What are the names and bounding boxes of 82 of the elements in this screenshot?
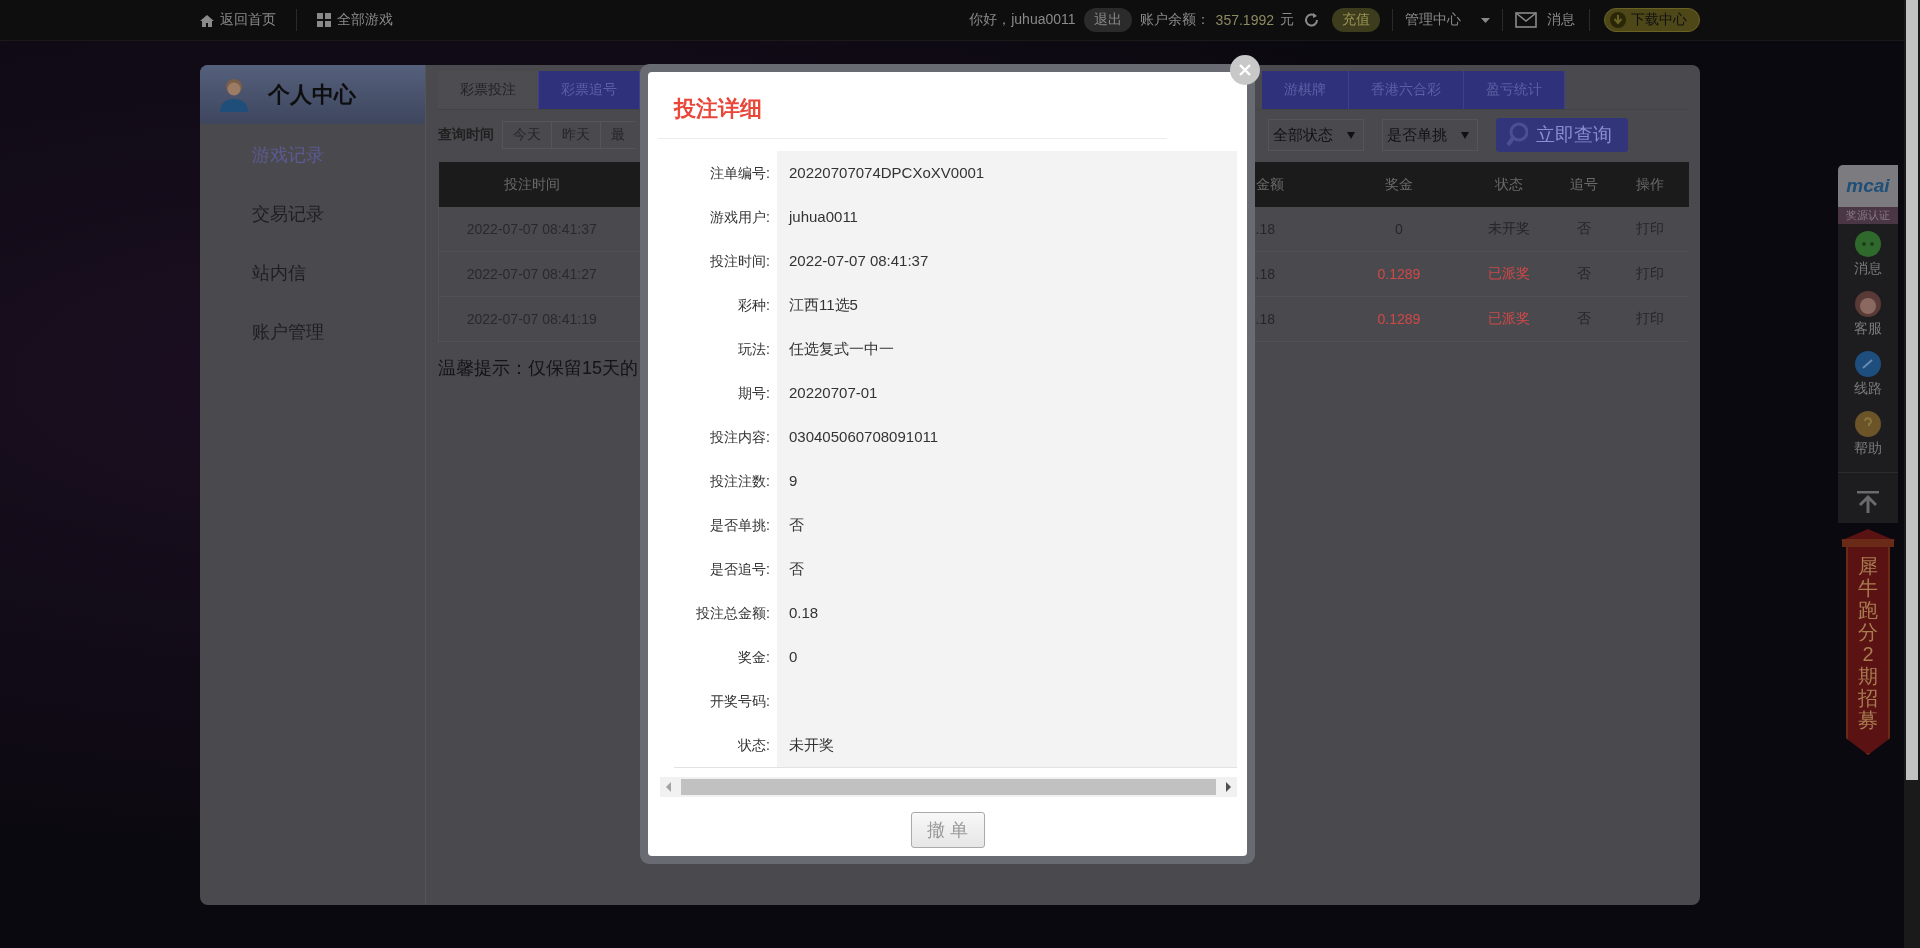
float-menu-item[interactable]: 客服 [1854, 290, 1882, 350]
manage-center-menu[interactable]: 管理中心 [1405, 11, 1490, 29]
promo-banner[interactable]: 犀牛跑分2期招募 [1846, 547, 1890, 755]
column-header: 奖金 [1336, 162, 1462, 207]
table-cell: 0.1289 [1336, 296, 1462, 342]
field-label: 是否单挑: [709, 516, 771, 535]
greeting: 你好，juhua0011 [969, 11, 1076, 29]
back-to-top-icon[interactable] [1857, 491, 1879, 513]
home-link[interactable]: 返回首页 [200, 11, 276, 29]
field-label: 投注内容: [709, 428, 771, 447]
float-menu-item[interactable]: 消息 [1854, 230, 1882, 290]
messages-link[interactable]: 消息 [1515, 11, 1575, 29]
scroll-right-icon [1226, 782, 1231, 792]
field-label: 奖金: [737, 648, 771, 667]
panel-title: 个人中心 [268, 80, 356, 109]
sidebar-item[interactable]: 游戏记录 [200, 126, 425, 185]
home-icon [200, 13, 214, 27]
dropdown-icon [1461, 131, 1469, 139]
field-label: 游戏用户: [709, 208, 771, 227]
field-value: 未开奖 [777, 723, 1237, 767]
field-label: 是否追号: [709, 560, 771, 579]
search-icon [1506, 122, 1528, 148]
balance-amount: 357.1992 [1215, 12, 1274, 28]
field-value: 9 [777, 459, 1237, 503]
balance-label: 账户余额： [1139, 11, 1210, 29]
field-value: juhua0011 [777, 195, 1237, 239]
hint-text: 温馨提示：仅保留15天的 [438, 357, 640, 380]
float-menu-item[interactable]: 线路 [1854, 350, 1882, 410]
field-value: 0.18 [777, 591, 1237, 635]
user-avatar-icon [220, 77, 248, 112]
column-header: 操作 [1611, 162, 1689, 207]
face-icon [1854, 290, 1882, 318]
column-header: 追号 [1556, 162, 1612, 207]
dropdown-icon [1347, 131, 1355, 139]
field-value: 20220707074DPCXoXV0001 [777, 151, 1237, 195]
table-cell: 已派奖 [1461, 251, 1557, 297]
field-value: 0 [777, 635, 1237, 679]
select-field[interactable]: 是否单挑 [1382, 119, 1478, 151]
field-label: 注单编号: [709, 164, 771, 183]
close-button[interactable] [1230, 55, 1260, 85]
logout-button[interactable]: 退出 [1083, 8, 1132, 32]
field-label: 状态: [737, 736, 771, 755]
download-center-button[interactable]: 下载中心 [1604, 8, 1700, 32]
field-label: 投注总金额: [695, 604, 771, 623]
column-header: 状态 [1461, 162, 1557, 207]
recharge-button[interactable]: 充值 [1332, 8, 1380, 32]
refresh-icon[interactable] [1304, 12, 1320, 28]
field-value: 否 [777, 503, 1237, 547]
table-cell: 已派奖 [1461, 296, 1557, 342]
field-value: 030405060708091011 [777, 415, 1237, 459]
field-label: 投注注数: [709, 472, 771, 491]
dialog-title: 投注详细 [674, 95, 763, 123]
currency-label: 元 [1280, 11, 1294, 29]
download-icon [1609, 11, 1627, 29]
float-menu-item[interactable]: 帮助 [1854, 410, 1882, 470]
grid-icon [317, 13, 331, 27]
field-value: 江西11选5 [777, 283, 1237, 327]
field-label: 期号: [737, 384, 771, 403]
close-icon [1239, 64, 1251, 76]
pavilion-roof-icon [1838, 527, 1898, 547]
mail-icon [1515, 12, 1537, 28]
page-scrollbar[interactable] [1904, 0, 1920, 948]
search-button[interactable]: 立即查询 [1496, 118, 1628, 152]
field-value: 否 [777, 547, 1237, 591]
caret-icon [1481, 17, 1490, 23]
help-icon [1854, 410, 1882, 438]
gauge-icon [1854, 350, 1882, 378]
field-value: 任选复式一中一 [777, 327, 1237, 371]
field-value: 2022-07-07 08:41:37 [777, 239, 1237, 283]
table-cell: 0.1289 [1336, 251, 1462, 297]
chat-bubble-icon [1854, 230, 1882, 258]
all-games-link[interactable]: 全部游戏 [317, 11, 393, 29]
field-label: 开奖号码: [709, 692, 771, 711]
select-field[interactable]: 全部状态 [1268, 119, 1364, 151]
field-label: 彩种: [737, 296, 771, 315]
field-label: 投注时间: [709, 252, 771, 271]
field-label: 玩法: [737, 340, 771, 359]
field-value: 20220707-01 [777, 371, 1237, 415]
scroll-left-icon [666, 782, 671, 792]
column-header: 投注时间 [438, 162, 625, 207]
logo[interactable]: mcai [1838, 165, 1898, 207]
horizontal-scrollbar[interactable] [660, 777, 1237, 797]
